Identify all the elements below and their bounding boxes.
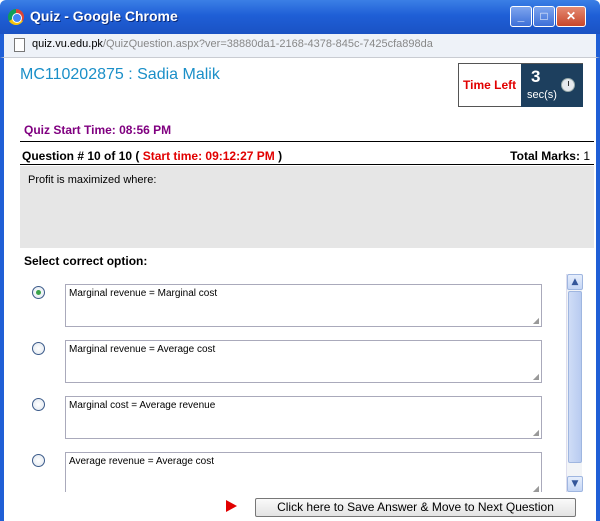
- select-option-label: Select correct option:: [24, 254, 148, 268]
- close-button[interactable]: ✕: [556, 6, 586, 27]
- time-left-panel: Time Left 3 sec(s): [458, 63, 583, 107]
- total-marks: Total Marks: 1: [510, 149, 590, 163]
- question-text: Profit is maximized where:: [28, 174, 157, 186]
- time-left-counter: 3 sec(s): [521, 64, 583, 107]
- option-text-box[interactable]: Marginal revenue = Marginal cost ◢: [65, 284, 542, 327]
- option-text: Average revenue = Average cost: [69, 456, 215, 467]
- window-border-right: [596, 58, 600, 521]
- question-close-paren: ): [278, 149, 283, 163]
- maximize-button[interactable]: □: [533, 6, 555, 27]
- scroll-thumb[interactable]: [568, 291, 582, 463]
- option-radio[interactable]: [32, 398, 45, 411]
- question-box: Profit is maximized where:: [20, 166, 594, 248]
- clock-icon: [561, 78, 575, 92]
- window-titlebar: Quiz - Google Chrome _ □ ✕: [0, 0, 600, 34]
- resize-handle-icon[interactable]: ◢: [533, 372, 539, 381]
- page-icon: [14, 38, 25, 52]
- time-left-unit: sec(s): [527, 89, 557, 101]
- divider: [20, 164, 594, 165]
- quiz-start-time: Quiz Start Time: 08:56 PM: [24, 123, 172, 137]
- option-text-box[interactable]: Average revenue = Average cost ◢: [65, 452, 542, 492]
- student-id-name: MC110202875 : Sadia Malik: [20, 66, 220, 83]
- option-item[interactable]: Marginal revenue = Average cost ◢: [20, 330, 565, 386]
- option-radio[interactable]: [32, 454, 45, 467]
- option-text-box[interactable]: Marginal revenue = Average cost ◢: [65, 340, 542, 383]
- option-text: Marginal revenue = Marginal cost: [69, 288, 218, 299]
- option-text-box[interactable]: Marginal cost = Average revenue ◢: [65, 396, 542, 439]
- url-text[interactable]: quiz.vu.edu.pk/QuizQuestion.aspx?ver=388…: [32, 38, 433, 50]
- option-item[interactable]: Average revenue = Average cost ◢: [20, 442, 565, 492]
- question-start-time: Start time: 09:12:27 PM: [142, 149, 275, 163]
- option-item[interactable]: Marginal revenue = Marginal cost ◢: [20, 274, 565, 330]
- option-text: Marginal cost = Average revenue: [69, 400, 216, 411]
- question-header: Question # 10 of 10 ( Start time: 09:12:…: [22, 149, 282, 163]
- options-scrollbar[interactable]: ▲ ▼: [566, 274, 583, 492]
- divider: [20, 141, 594, 142]
- scroll-up-icon[interactable]: ▲: [567, 274, 583, 290]
- options-list: Marginal revenue = Marginal cost ◢ Margi…: [20, 274, 565, 492]
- minimize-button[interactable]: _: [510, 6, 532, 27]
- address-bar[interactable]: quiz.vu.edu.pk/QuizQuestion.aspx?ver=388…: [0, 34, 600, 58]
- window-title: Quiz - Google Chrome: [30, 8, 178, 24]
- question-number: Question # 10 of 10 (: [22, 149, 140, 163]
- scroll-down-icon[interactable]: ▼: [567, 476, 583, 492]
- option-radio[interactable]: [32, 342, 45, 355]
- option-item[interactable]: Marginal cost = Average revenue ◢: [20, 386, 565, 442]
- option-text: Marginal revenue = Average cost: [69, 344, 216, 355]
- resize-handle-icon[interactable]: ◢: [533, 316, 539, 325]
- flag-arrow-icon: [226, 500, 237, 512]
- time-left-value: 3: [531, 67, 541, 86]
- chrome-icon: [8, 9, 24, 25]
- time-left-label: Time Left: [463, 78, 517, 92]
- total-marks-value: 1: [583, 149, 590, 163]
- resize-handle-icon[interactable]: ◢: [533, 428, 539, 437]
- save-next-button[interactable]: Click here to Save Answer & Move to Next…: [255, 498, 576, 517]
- quiz-content: MC110202875 : Sadia Malik Time Left 3 se…: [4, 58, 596, 521]
- resize-handle-icon[interactable]: ◢: [533, 484, 539, 492]
- url-host: quiz.vu.edu.pk: [32, 38, 103, 50]
- url-path: /QuizQuestion.aspx?ver=38880da1-2168-437…: [102, 38, 433, 50]
- option-radio[interactable]: [32, 286, 45, 299]
- total-marks-label: Total Marks:: [510, 149, 580, 163]
